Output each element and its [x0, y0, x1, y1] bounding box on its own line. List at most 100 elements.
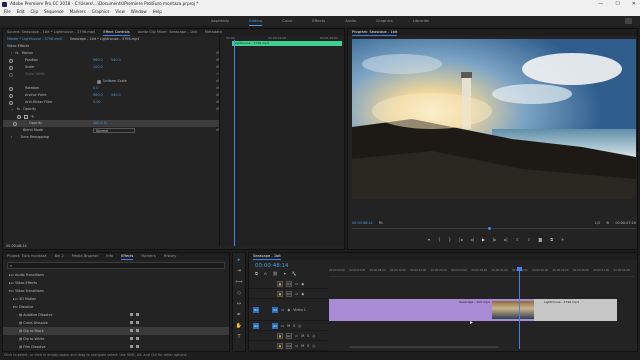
list-item[interactable]: ▤ Cross Dissolve [3, 319, 229, 327]
menu-help[interactable]: Help [153, 8, 162, 16]
track-label[interactable]: V2 [286, 290, 292, 297]
track-label-v1[interactable]: V1 [272, 306, 278, 313]
rectangle-mask-icon[interactable] [24, 114, 28, 119]
slip-tool-icon[interactable]: ↔ [235, 300, 243, 308]
sync-lock-icon[interactable]: ▭ [281, 308, 284, 312]
lift-icon[interactable]: ⇧ [516, 237, 519, 242]
step-back-icon[interactable]: ◂| [470, 237, 473, 242]
property-value-1[interactable]: 960.0 [93, 57, 111, 64]
razor-tool-icon[interactable]: ◇ [235, 289, 243, 297]
workspace-libraries[interactable]: Libraries [413, 16, 429, 26]
eye-icon[interactable]: ◉ [301, 292, 304, 296]
property-value-1[interactable]: 0.0 [93, 85, 98, 92]
track-label[interactable]: A2 [286, 332, 292, 339]
eye-icon[interactable]: ◉ [287, 308, 290, 312]
timeline-timecode[interactable]: 00:00:48:14 [255, 263, 289, 269]
workspace-effects[interactable]: Effects [312, 16, 325, 26]
menu-clip[interactable]: Clip [30, 8, 38, 16]
list-item[interactable]: ▤ Film Dissolve [3, 343, 229, 351]
maximize-button[interactable]: ☐ [615, 0, 619, 8]
mark-in-icon[interactable]: ▾ [428, 237, 430, 242]
step-forward-icon[interactable]: |▸ [493, 237, 496, 242]
tab-media-browser[interactable]: Media Browser [72, 253, 99, 260]
mark-in-button[interactable]: { [438, 237, 441, 242]
tab-markers[interactable]: Markers [141, 253, 155, 260]
selection-tool-icon[interactable]: ▸ [235, 256, 243, 264]
menu-markers[interactable]: Markers [70, 8, 86, 16]
eye-icon[interactable]: ◉ [301, 282, 304, 286]
mark-out-button[interactable]: } [449, 237, 452, 242]
track-label[interactable]: A3 [286, 342, 292, 349]
snap-icon[interactable]: ∩ [264, 271, 267, 276]
voiceover-icon[interactable]: ◎ [312, 344, 315, 348]
resolution-select[interactable]: 1/2 [595, 221, 600, 225]
export-frame-icon[interactable]: ◙ [538, 237, 542, 242]
track-lock-icon[interactable]: 🔒 [277, 290, 283, 297]
track-label[interactable]: A1 [272, 322, 278, 329]
tab-audio-clip-mixer[interactable]: Audio Clip Mixer: Seascape - 1bit [138, 29, 197, 36]
fx-icon[interactable]: fx [15, 50, 18, 57]
source-patch-a1[interactable]: A1 [253, 322, 259, 329]
track-lock-icon[interactable]: 🔒 [277, 280, 283, 287]
menu-graphics[interactable]: Graphics [92, 8, 110, 16]
close-button[interactable]: ✕ [632, 0, 636, 8]
property-value-1[interactable]: 100.0 [93, 64, 103, 71]
workspace-graphics[interactable]: Graphics [376, 16, 393, 26]
sync-lock-icon[interactable]: ▭ [295, 344, 298, 348]
list-item[interactable]: ▾▭ Video Transitions [3, 287, 229, 295]
mini-playhead[interactable] [234, 40, 235, 246]
pen-tool-icon[interactable]: ✒ [235, 311, 243, 319]
workspace-color[interactable]: Color [282, 16, 292, 26]
tab-metadata[interactable]: Metadata [205, 29, 222, 36]
timeline-playhead[interactable] [519, 267, 520, 349]
compare-icon[interactable]: ⧉ [550, 237, 553, 242]
solo-button[interactable]: S [307, 344, 309, 348]
minimize-button[interactable]: — [598, 0, 603, 8]
solo-button[interactable]: S [307, 334, 309, 338]
fx-icon[interactable]: fx [17, 106, 20, 113]
tab-bin2[interactable]: Bin 2 [55, 253, 64, 260]
property-value-2[interactable]: 540.0 [111, 57, 129, 64]
property-value-1[interactable]: 960.0 [93, 92, 111, 99]
tab-sequence[interactable]: Seascape - 1bit [253, 253, 281, 260]
uniform-scale-checkbox[interactable] [97, 79, 101, 84]
track-label[interactable]: V3 [286, 280, 292, 287]
list-item-selected[interactable]: ▤ Dip to Black [3, 327, 229, 335]
tab-history[interactable]: History [164, 253, 177, 260]
linked-icon[interactable]: ⛓ [273, 271, 278, 276]
sync-lock-icon[interactable]: ▭ [295, 334, 298, 338]
sync-lock-icon[interactable]: ▭ [295, 292, 298, 296]
list-item[interactable]: ▾▭ Dissolve [3, 303, 229, 311]
menu-window[interactable]: Window [131, 8, 147, 16]
fit-select[interactable]: Fit [379, 221, 383, 225]
expand-icon[interactable]: › [11, 134, 12, 141]
mute-button[interactable]: M [301, 344, 304, 348]
workspace-editing[interactable]: Editing [249, 16, 263, 26]
nest-icon[interactable]: ⧉ [255, 271, 258, 276]
list-item[interactable]: ▤ Additive Dissolve [3, 311, 229, 319]
timeline-ruler[interactable]: 00:00:00:00 00:00:04:00 00:00:08:00 00:00:1… [329, 267, 634, 277]
hand-tool-icon[interactable]: ✋ [235, 322, 243, 330]
add-marker-icon[interactable]: ▾ [284, 271, 286, 276]
list-item[interactable]: ▸▭ 3D Motion [3, 295, 229, 303]
workspace-assembly[interactable]: Assembly [211, 16, 229, 26]
play-icon[interactable]: ▶ [482, 237, 485, 242]
playhead-handle[interactable] [517, 267, 522, 271]
tab-effects[interactable]: Effects [121, 253, 134, 260]
tab-project[interactable]: Project: Euro montaza [7, 253, 47, 260]
track-select-tool-icon[interactable]: ⇥ [235, 267, 243, 275]
sync-lock-icon[interactable]: ▭ [281, 324, 284, 328]
add-button-icon[interactable]: + [561, 237, 564, 242]
program-scrub-bar[interactable] [352, 228, 636, 229]
tab-info[interactable]: Info [106, 253, 113, 260]
menu-edit[interactable]: Edit [17, 8, 25, 16]
master-clip-label[interactable]: Master * Lighthouse - 3796.mp4 [7, 36, 62, 43]
go-to-in-icon[interactable]: |◂ [459, 237, 462, 242]
wrench-icon[interactable]: ⚙ [606, 221, 609, 225]
sync-lock-icon[interactable]: ▭ [295, 282, 298, 286]
blend-mode-select[interactable]: Normal [93, 128, 135, 133]
settings-icon[interactable]: 🔧 [292, 271, 297, 276]
list-item[interactable]: ▸▭ Audio Transitions [3, 271, 229, 279]
list-item[interactable]: ▤ Dip to White [3, 335, 229, 343]
property-value-2[interactable]: 540.0 [111, 92, 129, 99]
